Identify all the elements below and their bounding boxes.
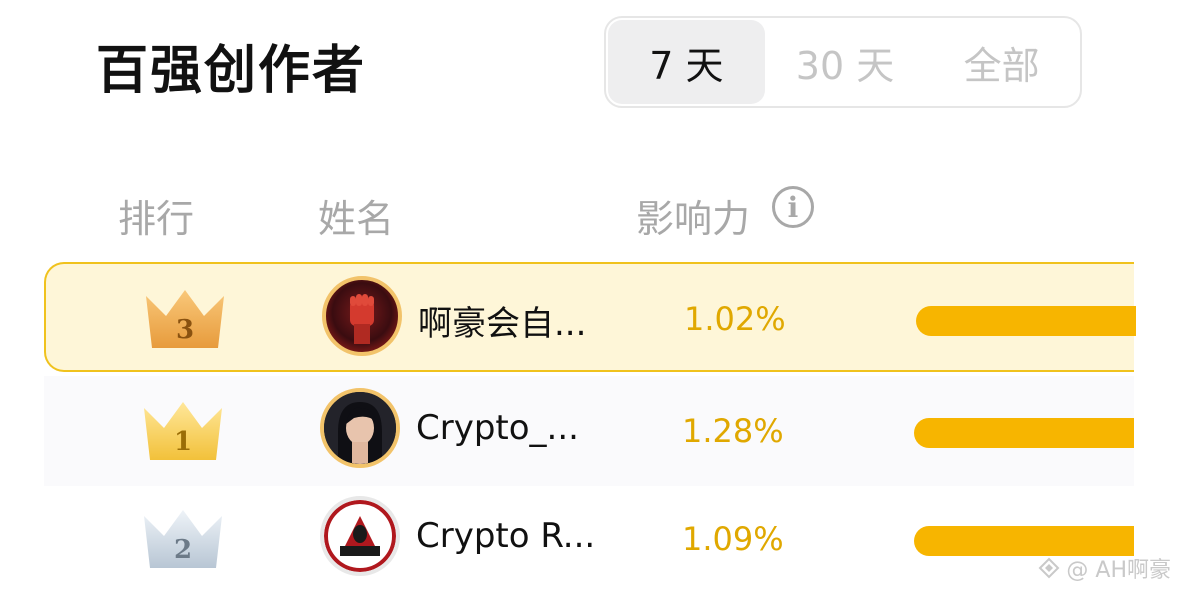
fist-icon (350, 294, 374, 344)
silver-crown-icon: 2 (144, 510, 222, 568)
crown-rank-number: 1 (174, 427, 192, 457)
column-header-influence: 影响力 (636, 197, 751, 241)
influence-percent: 1.28% (682, 412, 784, 450)
period-tabs: 7 天 30 天 全部 (604, 16, 1082, 108)
watermark: @ AH啊豪 (1038, 552, 1171, 584)
avatar[interactable] (320, 496, 400, 576)
creator-name[interactable]: Crypto_... (416, 408, 579, 448)
creator-name[interactable]: Crypto R... (416, 516, 595, 556)
avatar[interactable] (320, 388, 400, 468)
tab-30-days[interactable]: 30 天 (767, 18, 924, 106)
tab-7-days[interactable]: 7 天 (608, 20, 765, 104)
column-headers: 排行 姓名 影响力 i (0, 186, 1179, 244)
watermark-text: @ AH啊豪 (1066, 558, 1171, 583)
gold-crown-icon: 1 (144, 402, 222, 460)
avatar[interactable] (322, 276, 402, 356)
watermark-logo-icon (1038, 557, 1060, 579)
table-row[interactable]: 2 Crypto R... 1.09% (44, 484, 1134, 594)
influence-bar (914, 418, 1134, 448)
influence-percent: 1.09% (682, 520, 784, 558)
page-title: 百强创作者 (96, 41, 367, 101)
table-row[interactable]: 3 啊豪会自... 1.02% (44, 262, 1136, 372)
crown-rank-number: 3 (176, 315, 194, 345)
influence-bar (916, 306, 1136, 336)
bronze-crown-icon: 3 (146, 290, 224, 348)
portrait-icon (324, 392, 396, 464)
creator-name[interactable]: 啊豪会自... (418, 296, 586, 345)
column-header-rank: 排行 (118, 197, 195, 241)
masters-logo-icon (324, 500, 396, 572)
table-row[interactable]: 1 Crypto_... 1.28% (44, 376, 1134, 486)
info-icon[interactable]: i (772, 186, 814, 228)
column-header-name: 姓名 (318, 197, 395, 241)
influence-percent: 1.02% (684, 300, 786, 338)
crown-rank-number: 2 (174, 535, 192, 565)
tab-all[interactable]: 全部 (923, 18, 1080, 106)
